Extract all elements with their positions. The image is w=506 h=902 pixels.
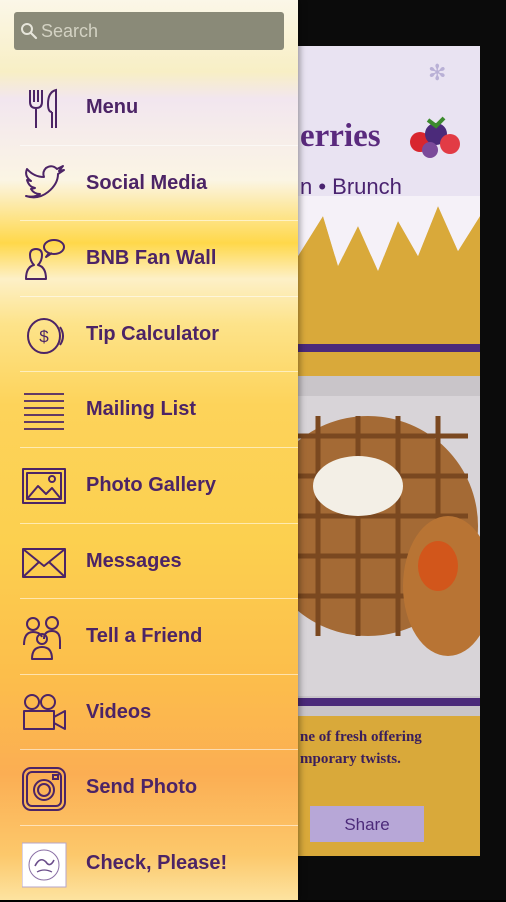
menu-item-label: Send Photo (86, 776, 198, 799)
fan-wall-speech-icon (22, 237, 68, 283)
tagline-line-2: mporary twists. (300, 751, 401, 767)
menu-item-send-photo[interactable]: Send Photo (0, 750, 298, 826)
fork-knife-icon (22, 86, 68, 132)
instagram-camera-icon (22, 766, 68, 812)
waffle-chicken-photo (298, 376, 480, 716)
menu-item-social-media[interactable]: Social Media (0, 146, 298, 222)
berries-icon (410, 116, 460, 158)
menu-item-label: Tip Calculator (86, 322, 219, 345)
search-icon (21, 23, 38, 40)
menu-item-tell-a-friend[interactable]: Tell a Friend (0, 599, 298, 675)
brand-tagline: ne of fresh offering mporary twists. (300, 726, 480, 770)
menu-item-label: BNB Fan Wall (86, 247, 217, 270)
menu-item-videos[interactable]: Videos (0, 675, 298, 751)
people-icon (22, 615, 68, 661)
brand-logo-text: erries (300, 118, 381, 154)
coin-dollar-icon: $ (22, 313, 68, 359)
menu-item-label: Videos (86, 700, 152, 723)
restaurant-home-card: ✻ erries n • Brunch ne of fresh offering… (298, 46, 480, 856)
search-input[interactable] (41, 12, 277, 50)
zigzag-banner (298, 196, 480, 356)
sparkle-icon: ✻ (428, 60, 447, 85)
menu-item-check-please[interactable]: Check, Please! (0, 826, 298, 902)
twitter-bird-icon (22, 162, 68, 208)
menu-list: Menu Social Media BNB Fan Wall $ Tip Cal… (0, 70, 298, 902)
menu-item-menu[interactable]: Menu (0, 70, 298, 146)
tagline-line-1: ne of fresh offering (300, 729, 422, 745)
menu-item-label: Menu (86, 96, 139, 118)
menu-item-label: Check, Please! (86, 851, 228, 874)
check-please-logo-icon (21, 842, 68, 888)
envelope-icon (22, 540, 68, 586)
menu-item-label: Mailing List (86, 398, 196, 421)
svg-text:$: $ (39, 327, 49, 346)
menu-item-label: Social Media (86, 171, 208, 194)
menu-item-label: Tell a Friend (86, 625, 203, 648)
menu-item-tip-calculator[interactable]: $ Tip Calculator (0, 297, 298, 373)
photo-icon (22, 464, 68, 510)
menu-item-label: Photo Gallery (86, 473, 217, 496)
video-camera-icon (22, 691, 68, 737)
share-button[interactable]: Share (310, 806, 424, 842)
background-app-screen: ✻ erries n • Brunch ne of fresh offering… (298, 0, 506, 900)
list-lines-icon (22, 388, 68, 434)
menu-item-messages[interactable]: Messages (0, 524, 298, 600)
menu-item-mailing-list[interactable]: Mailing List (0, 372, 298, 448)
search-bar (14, 12, 284, 50)
menu-item-photo-gallery[interactable]: Photo Gallery (0, 448, 298, 524)
menu-item-bnb-fan-wall[interactable]: BNB Fan Wall (0, 221, 298, 297)
menu-item-label: Messages (86, 549, 182, 572)
side-drawer: Menu Social Media BNB Fan Wall (0, 0, 298, 900)
